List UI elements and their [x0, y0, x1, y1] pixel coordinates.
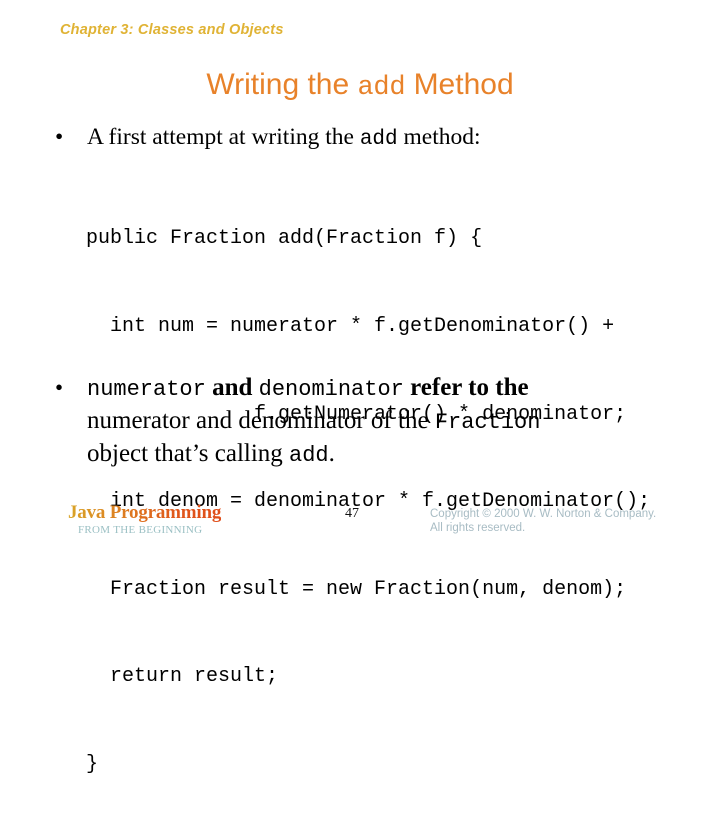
code-line: } [86, 752, 99, 776]
slide-title-suffix: Method [405, 68, 514, 101]
bullet-two-line1-tail: refer to the [403, 374, 529, 401]
bullet-two-and: and [205, 374, 259, 401]
chapter-header: Chapter 3: Classes and Objects [60, 22, 284, 38]
bullet-two-line-1: numerator and denominator refer to the [87, 374, 529, 402]
copyright-notice: Copyright © 2000 W. W. Norton & Company.… [430, 507, 656, 535]
slide-title: Writing the add Method [0, 68, 720, 105]
copyright-line-1: Copyright © 2000 W. W. Norton & Company. [430, 508, 657, 520]
bullet-two-code-fraction: Fraction [434, 410, 541, 435]
bullet-marker-icon: • [55, 124, 64, 150]
bullet-two-line-3: object that’s calling add. [87, 440, 335, 468]
copyright-line-2: All rights reserved. [430, 522, 526, 534]
bullet-two-line2-text: numerator and denominator of the [87, 407, 435, 434]
bullet-two-code-numerator: numerator [87, 377, 206, 402]
bullet-two-code-denominator: denominator [258, 377, 404, 402]
bullet-one-text-before: A first attempt at writing the [87, 124, 360, 150]
code-line: public Fraction add(Fraction f) { [86, 227, 483, 251]
slide-title-prefix: Writing the [206, 68, 358, 101]
bullet-item-first-attempt: • A first attempt at writing the add meth… [55, 122, 675, 155]
slide-title-code: add [357, 73, 406, 103]
bullet-marker-icon: • [55, 375, 64, 400]
bullet-two-body: numerator and denominator refer to the nu… [87, 372, 667, 471]
slide-canvas: Chapter 3: Classes and Objects Writing t… [0, 0, 720, 776]
code-line: return result; [86, 665, 279, 689]
bullet-one-code: add [359, 128, 398, 151]
footer-logo-title: Java Programming [68, 502, 222, 523]
bullet-item-numerator-denominator: • numerator and denominator refer to the n… [55, 372, 695, 471]
bullet-two-line3-tail: . [328, 440, 335, 467]
code-line: Fraction result = new Fraction(num, deno… [86, 577, 627, 601]
bullet-two-line3-text: object that’s calling [87, 440, 290, 467]
code-line: int num = numerator * f.getDenominator()… [86, 315, 615, 338]
bullet-two-code-add: add [289, 443, 329, 468]
bullet-one-text-after: method: [397, 124, 481, 150]
page-number: 47 [345, 506, 359, 521]
bullet-two-line-2: numerator and denominator of the Fractio… [87, 407, 541, 435]
footer-logo: Java Programming FROM THE BEGINNING [68, 503, 221, 537]
footer-logo-subtitle: FROM THE BEGINNING [78, 524, 203, 536]
